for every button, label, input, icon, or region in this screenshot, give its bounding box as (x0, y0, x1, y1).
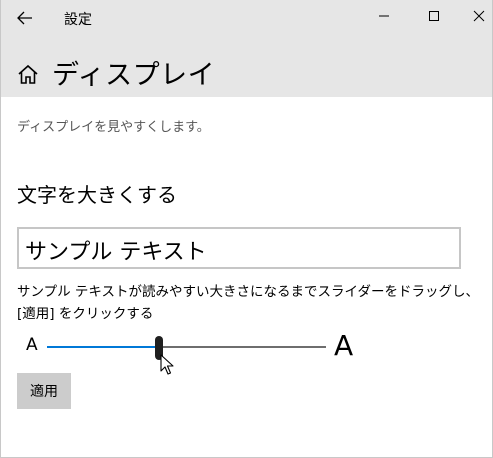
slider-min-label: A (26, 335, 38, 355)
title-bar: 設定 ディスプレイ (1, 0, 492, 97)
back-arrow-icon (17, 11, 32, 25)
maximize-button[interactable] (411, 0, 457, 32)
apply-button[interactable]: 適用 (17, 373, 71, 409)
home-icon[interactable] (16, 63, 40, 87)
section-title: 文字を大きくする (17, 183, 177, 207)
sample-text-preview: サンプル テキスト (17, 227, 461, 269)
close-icon (473, 10, 485, 22)
minimize-button[interactable] (361, 0, 407, 32)
close-button[interactable] (456, 0, 493, 32)
mouse-cursor-icon (160, 354, 174, 375)
instruction-text: サンプル テキストが読みやすい大きさになるまでスライダーをドラッグし、 [適用]… (17, 281, 487, 325)
sample-text: サンプル テキスト (25, 240, 207, 265)
maximize-icon (429, 11, 439, 21)
slider-max-label: A (334, 329, 354, 362)
page-title: ディスプレイ (52, 60, 216, 91)
minimize-icon (379, 15, 389, 17)
text-size-slider[interactable] (47, 346, 326, 348)
instruction-line-1: サンプル テキストが読みやすい大きさになるまでスライダーをドラッグし、 (17, 284, 479, 300)
page-description: ディスプレイを見やすくします。 (17, 120, 210, 135)
slider-fill (47, 346, 159, 348)
instruction-line-2: [適用] をクリックする (17, 306, 154, 322)
back-button[interactable] (9, 6, 41, 30)
settings-window: 設定 ディスプレイ ディスプレイを見やすくします。 文字を大きくする サンプル … (0, 0, 493, 458)
app-title: 設定 (64, 12, 92, 28)
